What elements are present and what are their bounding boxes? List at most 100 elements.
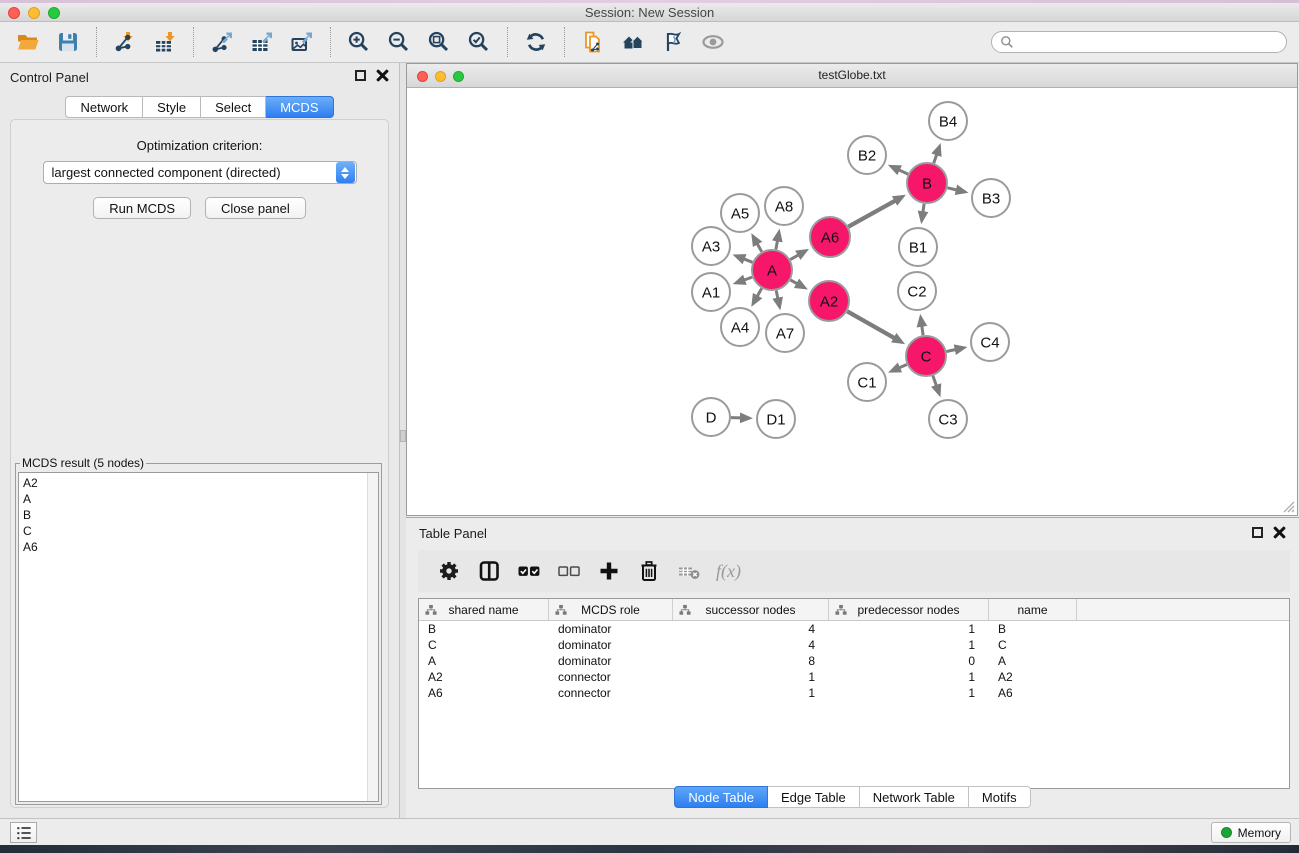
graph-node-A5[interactable]: A5 [721,194,759,232]
graph-edge-A-A8[interactable] [776,240,778,249]
float-table-panel-icon[interactable] [1252,527,1263,538]
graph-edge-A-A3[interactable] [744,259,753,263]
mcds-result-item[interactable]: A6 [23,539,374,555]
mcds-result-item[interactable]: C [23,523,374,539]
graph-edge-C-C3[interactable] [933,376,937,386]
tab-network[interactable]: Network [65,96,143,118]
graph-node-B3[interactable]: B3 [972,179,1010,217]
graph-node-A[interactable]: A [752,250,792,290]
graph-node-C[interactable]: C [906,336,946,376]
graph-edge-B-B4[interactable] [934,154,937,163]
open-folder-icon[interactable] [11,26,45,58]
add-plus-icon[interactable] [592,554,626,588]
zoom-selected-icon[interactable] [462,26,496,58]
column-header-predecessor-nodes[interactable]: predecessor nodes [829,599,989,620]
column-header-successor-nodes[interactable]: successor nodes [673,599,829,620]
search-input[interactable] [1014,35,1278,49]
export-image-icon[interactable] [285,26,319,58]
column-header-MCDS-role[interactable]: MCDS role [549,599,673,620]
refresh-icon[interactable] [519,26,553,58]
close-panel-icon[interactable] [376,69,389,82]
graph-edge-C-C1[interactable] [899,365,907,368]
task-history-button[interactable] [10,822,37,843]
float-panel-icon[interactable] [355,70,366,81]
graph-node-C2[interactable]: C2 [898,272,936,310]
function-builder-button[interactable]: f(x) [716,561,741,582]
run-mcds-button[interactable]: Run MCDS [93,197,191,219]
delete-trash-icon[interactable] [632,554,666,588]
column-header-name[interactable]: name [989,599,1077,620]
import-table-icon[interactable] [148,26,182,58]
network-canvas[interactable]: B4 B2 B B3 A8A5 A6 A3 B1 A A1 C2 A2 A4A7 C4 C C1 C3 D D1 [407,88,1297,515]
graph-edge-A-A1[interactable] [744,277,752,280]
tab-mcds[interactable]: MCDS [266,96,333,118]
close-panel-button[interactable]: Close panel [205,197,306,219]
optimization-criterion-select[interactable]: largest connected component (directed) [43,161,357,184]
graph-node-B2[interactable]: B2 [848,136,886,174]
graph-edge-A-A7[interactable] [776,291,778,299]
table-row[interactable]: A6connector11A6 [419,685,1289,701]
graph-edge-A2-C[interactable] [847,311,894,338]
zoom-out-icon[interactable] [382,26,416,58]
graph-node-A3[interactable]: A3 [692,227,730,265]
birds-eye-view-icon[interactable] [696,26,730,58]
table-row[interactable]: A2connector11A2 [419,669,1289,685]
unselect-all-checks-icon[interactable] [552,554,586,588]
split-columns-icon[interactable] [472,554,506,588]
graph-node-A2[interactable]: A2 [809,281,849,321]
graph-node-A1[interactable]: A1 [692,273,730,311]
graph-node-B[interactable]: B [907,163,947,203]
zoom-in-icon[interactable] [342,26,376,58]
result-list-scrollbar[interactable] [367,473,378,801]
graph-node-D1[interactable]: D1 [757,400,795,438]
graph-edge-A6-B[interactable] [848,201,895,227]
tab-style[interactable]: Style [143,96,201,118]
mcds-result-item[interactable]: B [23,507,374,523]
graph-edge-A-A5[interactable] [757,244,762,252]
save-icon[interactable] [51,26,85,58]
resize-grip-icon[interactable] [1282,500,1295,513]
table-row[interactable]: Bdominator41B [419,621,1289,637]
table-row[interactable]: Cdominator41C [419,637,1289,653]
mcds-result-item[interactable]: A2 [23,475,374,491]
graph-edge-B-B2[interactable] [899,170,908,174]
graph-node-C4[interactable]: C4 [971,323,1009,361]
memory-button[interactable]: Memory [1211,822,1291,843]
tab-network-table[interactable]: Network Table [860,786,969,808]
column-header-shared-name[interactable]: shared name [419,599,549,620]
graph-node-A6[interactable]: A6 [810,217,850,257]
mcds-result-item[interactable]: A [23,491,374,507]
graph-node-B1[interactable]: B1 [899,228,937,266]
search-field[interactable] [991,31,1287,53]
graph-edge-B-B3[interactable] [947,188,957,190]
zoom-fit-icon[interactable] [422,26,456,58]
network-snapshot-icon[interactable] [576,26,610,58]
mcds-result-list[interactable]: A2ABCA6 [18,472,379,802]
graph-node-A4[interactable]: A4 [721,308,759,346]
export-table-icon[interactable] [245,26,279,58]
graph-edge-C-C2[interactable] [922,326,923,336]
table-row[interactable]: Adominator80A [419,653,1289,669]
graph-node-D[interactable]: D [692,398,730,436]
close-table-panel-icon[interactable] [1273,526,1286,539]
select-all-checks-icon[interactable] [512,554,546,588]
graph-node-A7[interactable]: A7 [766,314,804,352]
graph-node-C1[interactable]: C1 [848,363,886,401]
settings-gear-icon[interactable] [432,554,466,588]
tab-edge-table[interactable]: Edge Table [768,786,860,808]
graph-edge-A-A6[interactable] [790,255,798,260]
tab-select[interactable]: Select [201,96,266,118]
graph-edge-C-C4[interactable] [947,350,956,352]
import-network-icon[interactable] [108,26,142,58]
graph-edge-B-B1[interactable] [923,204,924,213]
network-window-titlebar[interactable]: testGlobe.txt [407,64,1297,88]
export-network-icon[interactable] [205,26,239,58]
tab-motifs[interactable]: Motifs [969,786,1031,808]
delete-column-icon[interactable] [672,554,706,588]
toggle-graphics-details-icon[interactable] [656,26,690,58]
graph-node-C3[interactable]: C3 [929,400,967,438]
graph-node-B4[interactable]: B4 [929,102,967,140]
graph-node-A8[interactable]: A8 [765,187,803,225]
tab-node-table[interactable]: Node Table [674,786,768,808]
home-view-icon[interactable] [616,26,650,58]
